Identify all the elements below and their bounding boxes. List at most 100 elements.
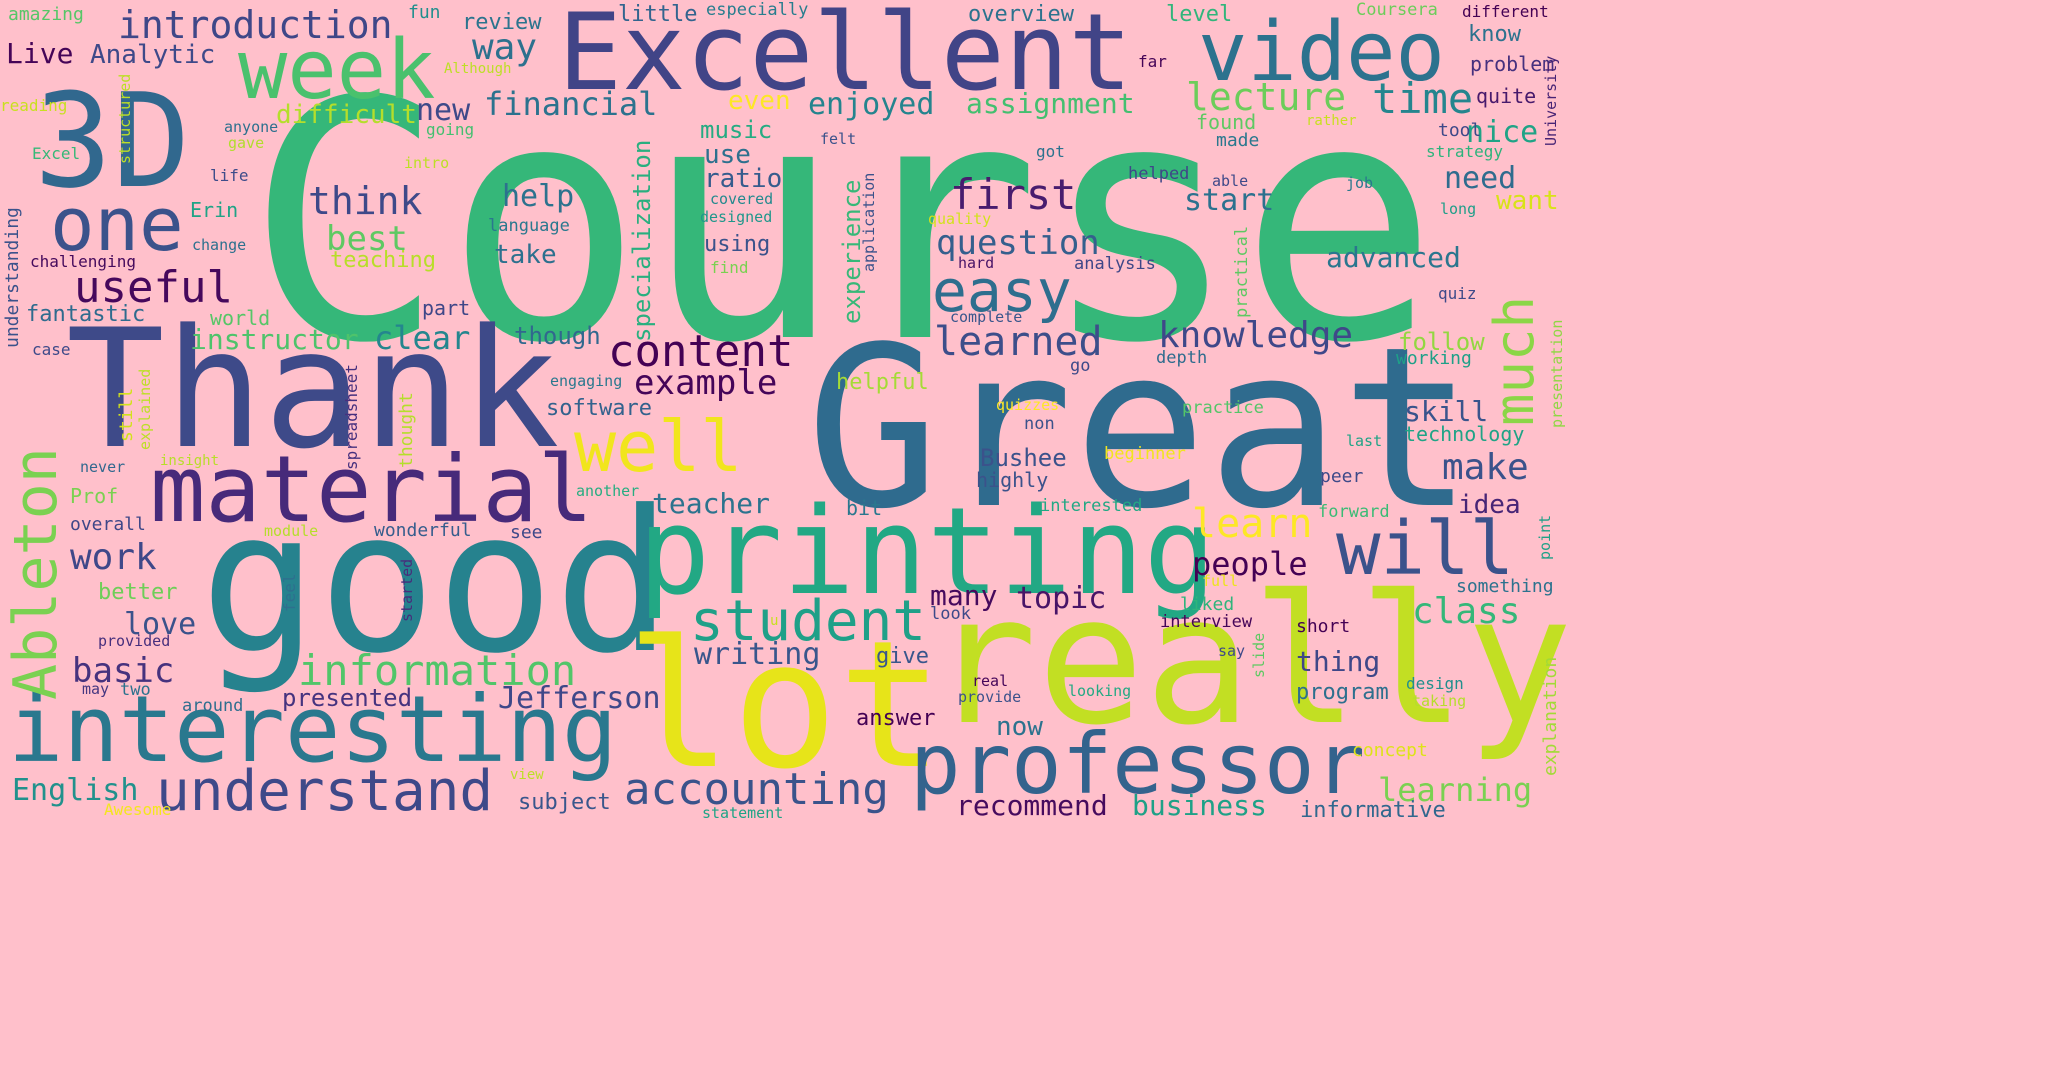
word-overview: overview — [968, 2, 1074, 27]
word-thing: thing — [1296, 645, 1381, 678]
word-idea: idea — [1458, 490, 1521, 520]
word-subject: subject — [518, 790, 611, 815]
word-covered: covered — [710, 190, 774, 208]
word-short: short — [1296, 616, 1351, 637]
word-software: software — [546, 396, 652, 421]
word-provide: provide — [958, 688, 1022, 706]
word-prof: Prof — [70, 484, 119, 508]
word-made: made — [1216, 130, 1260, 151]
word-enjoyed: enjoyed — [808, 87, 935, 122]
word-learn: learn — [1192, 501, 1313, 547]
word-helped: helped — [1128, 164, 1190, 184]
word-reading: reading — [0, 96, 68, 115]
word-last: last — [1346, 432, 1383, 450]
word-awesome: Awesome — [104, 800, 172, 819]
word-understanding: understanding — [2, 207, 23, 348]
word-structured: structured — [116, 73, 134, 164]
word-able: able — [1212, 172, 1249, 190]
word-although: Although — [444, 61, 512, 77]
word-never: never — [80, 458, 126, 476]
word-erin: Erin — [190, 198, 239, 222]
word-know: know — [1468, 22, 1521, 47]
word-program: program — [1296, 680, 1389, 705]
word-fun: fun — [408, 2, 441, 23]
word-analysis: analysis — [1074, 254, 1156, 274]
word-engaging: engaging — [550, 372, 623, 390]
word-thought: thought — [396, 392, 417, 468]
word-advanced: advanced — [1326, 241, 1461, 274]
word-beginner: beginner — [1104, 444, 1186, 464]
word-ratio: ratio — [704, 164, 783, 194]
word-now: now — [996, 712, 1043, 742]
word-analytic: Analytic — [90, 40, 216, 70]
word-financial: financial — [484, 85, 658, 123]
word-got: got — [1036, 142, 1065, 161]
word-little: little — [618, 2, 698, 27]
word-strategy: strategy — [1426, 142, 1504, 161]
word-around: around — [182, 696, 244, 716]
word-real: real — [972, 672, 1009, 690]
word-say: say — [1218, 642, 1246, 660]
word-helpful: helpful — [836, 370, 929, 395]
word-business: business — [1132, 789, 1267, 822]
word-much: much — [1483, 295, 1546, 426]
word-go: go — [1070, 356, 1091, 376]
word-looking: looking — [1068, 682, 1132, 700]
word-started: started — [398, 558, 416, 622]
word-forward: forward — [1318, 502, 1390, 522]
word-excel: Excel — [32, 144, 81, 163]
word-will: will — [1336, 506, 1515, 592]
word-bushee: Bushee — [980, 444, 1067, 472]
word-module: module — [264, 522, 319, 540]
word-wonderful: wonderful — [374, 520, 472, 541]
word-find: find — [710, 258, 749, 277]
word-live: Live — [6, 37, 74, 70]
word-explanation: explanation — [1540, 656, 1561, 776]
word-look: look — [930, 604, 971, 624]
word-time: time — [1372, 74, 1474, 123]
word-highly: highly — [976, 468, 1049, 492]
word-another: another — [576, 482, 640, 500]
word-quiz: quiz — [1438, 284, 1477, 303]
word-u: u — [770, 613, 779, 629]
word-assignment: assignment — [966, 87, 1135, 120]
word-difficult: difficult — [276, 100, 417, 130]
word-take: take — [494, 240, 557, 270]
word-language: language — [488, 216, 570, 236]
word-may: may — [82, 680, 110, 698]
word-writing: writing — [694, 637, 821, 672]
word-feel: feel — [280, 573, 299, 612]
word-teacher: teacher — [652, 487, 771, 520]
word-hard: hard — [958, 254, 995, 272]
word-something: something — [1456, 576, 1554, 597]
word-even: even — [728, 86, 791, 116]
word-overall: overall — [70, 514, 146, 535]
word-music: music — [700, 116, 773, 144]
word-jefferson: Jefferson — [498, 681, 661, 716]
word-review: review — [462, 10, 542, 35]
word-practical: practical — [1232, 225, 1252, 318]
word-specialization: specialization — [628, 139, 656, 342]
word-amazing: amazing — [8, 4, 84, 25]
word-one: one — [50, 182, 184, 268]
word-coursera: Coursera — [1356, 0, 1438, 20]
word-non: non — [1024, 414, 1055, 434]
word-interview: interview — [1160, 612, 1253, 632]
word-application: application — [860, 172, 878, 272]
word-world: world — [210, 306, 271, 330]
word-bit: bit — [846, 496, 883, 520]
word-anyone: anyone — [224, 118, 279, 136]
word-well: well — [574, 406, 743, 488]
word-felt: felt — [820, 130, 857, 148]
word-concept: concept — [1352, 740, 1428, 761]
word-example: example — [634, 363, 778, 403]
word-long: long — [1440, 200, 1477, 218]
word-two: two — [120, 680, 151, 700]
word-understand: understand — [156, 759, 494, 824]
word-work: work — [70, 537, 157, 578]
word-liked: liked — [1180, 594, 1235, 615]
word-point: point — [1536, 514, 1554, 560]
word-cloud: Course Great Thank good really Excellent… — [0, 0, 1568, 827]
word-insight: insight — [160, 453, 220, 469]
word-interested: interested — [1040, 496, 1143, 516]
